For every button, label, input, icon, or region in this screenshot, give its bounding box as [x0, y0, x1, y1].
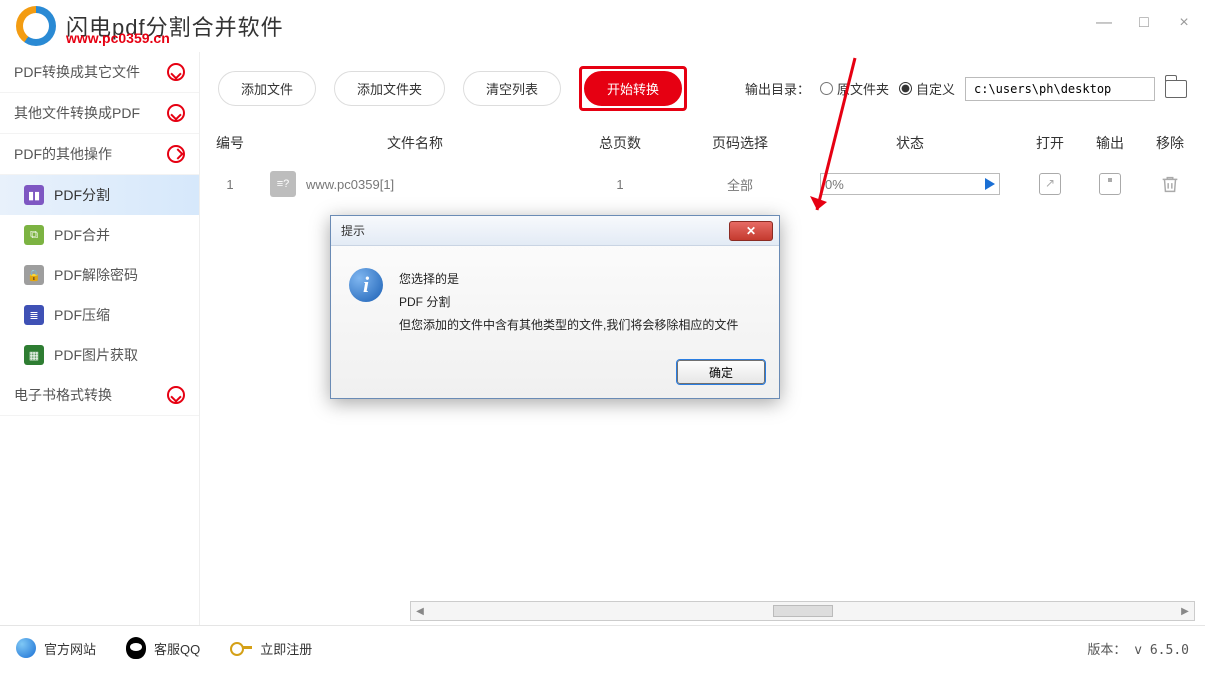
cell-status: 0%: [800, 173, 1020, 195]
info-icon: i: [349, 268, 383, 302]
version-text: 版本： v 6.5.0: [1087, 639, 1189, 658]
sidebar-item-pdf-image-extract[interactable]: ▦ PDF图片获取: [0, 335, 199, 375]
col-pages: 总页数: [560, 133, 680, 153]
compress-icon: ≣: [24, 305, 44, 325]
official-site-link[interactable]: 官方网站: [16, 638, 96, 658]
col-range: 页码选择: [680, 133, 800, 153]
output-group: 输出目录： 原文件夹 自定义: [745, 77, 1187, 101]
radio-custom-folder[interactable]: 自定义: [899, 79, 955, 98]
file-name-text: www.pc0359[1]: [306, 177, 394, 192]
dialog-footer: 确定: [331, 350, 779, 398]
collapse-icon: [167, 145, 185, 163]
sidebar-cat-other-to-pdf[interactable]: 其他文件转换成PDF: [0, 93, 199, 134]
col-status: 状态: [800, 133, 1020, 153]
table-row: 1 ≡? www.pc0359[1] 1 全部 0%: [200, 161, 1205, 207]
sidebar-cat-label: PDF转换成其它文件: [14, 62, 140, 82]
window-controls: — □ ×: [1093, 12, 1195, 34]
lock-icon: 🔒: [24, 265, 44, 285]
dialog-line2: PDF 分割: [399, 291, 738, 314]
qq-icon: [126, 637, 146, 659]
sidebar-cat-label: PDF的其他操作: [14, 144, 112, 164]
image-icon: ▦: [24, 345, 44, 365]
file-icon: ≡?: [270, 171, 296, 197]
dialog-ok-button[interactable]: 确定: [677, 360, 765, 384]
register-link[interactable]: 立即注册: [230, 639, 312, 658]
start-convert-button[interactable]: 开始转换: [584, 71, 682, 106]
add-folder-button[interactable]: 添加文件夹: [334, 71, 445, 106]
open-file-icon[interactable]: [1039, 173, 1061, 195]
close-button[interactable]: ×: [1173, 12, 1195, 34]
sidebar-cat-pdf-other-ops[interactable]: PDF的其他操作: [0, 134, 199, 175]
footer: 官方网站 客服QQ 立即注册 版本： v 6.5.0: [0, 625, 1205, 670]
col-open: 打开: [1020, 133, 1080, 153]
footer-qq-label: 客服QQ: [154, 639, 200, 658]
radio-source-folder[interactable]: 原文件夹: [820, 79, 889, 98]
dialog-close-button[interactable]: ✕: [729, 221, 773, 241]
cell-name: ≡? www.pc0359[1]: [260, 171, 560, 197]
scroll-left-icon[interactable]: ◀: [413, 604, 427, 618]
split-icon: ▮▮: [24, 185, 44, 205]
dialog-line3: 但您添加的文件中含有其他类型的文件,我们将会移除相应的文件: [399, 314, 738, 337]
progress-bar: 0%: [820, 173, 1000, 195]
sidebar-item-label: PDF解除密码: [54, 265, 138, 285]
scroll-right-icon[interactable]: ▶: [1178, 604, 1192, 618]
customer-qq-link[interactable]: 客服QQ: [126, 637, 200, 659]
footer-site-label: 官方网站: [44, 639, 96, 658]
sidebar-item-pdf-split[interactable]: ▮▮ PDF分割: [0, 175, 199, 215]
dialog-titlebar[interactable]: 提示 ✕: [331, 216, 779, 246]
sidebar-item-label: PDF合并: [54, 225, 110, 245]
sidebar-cat-label: 电子书格式转换: [14, 385, 112, 405]
output-label: 输出目录：: [745, 79, 810, 98]
sidebar-item-pdf-compress[interactable]: ≣ PDF压缩: [0, 295, 199, 335]
cell-num: 1: [200, 177, 260, 192]
sidebar-cat-label: 其他文件转换成PDF: [14, 103, 140, 123]
browse-folder-icon[interactable]: [1165, 80, 1187, 98]
app-logo-icon: [16, 6, 56, 46]
expand-icon: [167, 104, 185, 122]
col-del: 移除: [1140, 133, 1200, 153]
title-bar: 闪电pdf分割合并软件 www.pc0359.cn — □ ×: [0, 0, 1205, 52]
alert-dialog: 提示 ✕ i 您选择的是 PDF 分割 但您添加的文件中含有其他类型的文件,我们…: [330, 215, 780, 399]
dialog-line1: 您选择的是: [399, 268, 738, 291]
scroll-thumb[interactable]: [773, 605, 833, 617]
progress-text: 0%: [825, 177, 844, 192]
col-name: 文件名称: [260, 133, 560, 153]
dialog-body: i 您选择的是 PDF 分割 但您添加的文件中含有其他类型的文件,我们将会移除相…: [331, 246, 779, 350]
sidebar-item-label: PDF压缩: [54, 305, 110, 325]
cell-pages: 1: [560, 177, 680, 192]
delete-icon[interactable]: [1159, 173, 1181, 195]
add-file-button[interactable]: 添加文件: [218, 71, 316, 106]
footer-register-label: 立即注册: [260, 639, 312, 658]
output-path-input[interactable]: [965, 77, 1155, 101]
watermark-text: www.pc0359.cn: [66, 30, 170, 46]
sidebar-item-pdf-unlock[interactable]: 🔒 PDF解除密码: [0, 255, 199, 295]
clear-list-button[interactable]: 清空列表: [463, 71, 561, 106]
dialog-message: 您选择的是 PDF 分割 但您添加的文件中含有其他类型的文件,我们将会移除相应的…: [399, 268, 738, 336]
col-num: 编号: [200, 133, 260, 153]
cell-range[interactable]: 全部: [680, 175, 800, 194]
expand-icon: [167, 386, 185, 404]
merge-icon: ⧉: [24, 225, 44, 245]
toolbar: 添加文件 添加文件夹 清空列表 开始转换 输出目录： 原文件夹 自定义: [200, 52, 1205, 125]
output-file-icon[interactable]: [1099, 173, 1121, 195]
maximize-button[interactable]: □: [1133, 12, 1155, 34]
minimize-button[interactable]: —: [1093, 12, 1115, 34]
sidebar-item-label: PDF图片获取: [54, 345, 138, 365]
h-scrollbar[interactable]: ◀ ▶: [410, 601, 1195, 621]
key-icon: [230, 642, 252, 654]
play-icon[interactable]: [985, 178, 995, 190]
expand-icon: [167, 63, 185, 81]
sidebar-item-pdf-merge[interactable]: ⧉ PDF合并: [0, 215, 199, 255]
sidebar-item-label: PDF分割: [54, 185, 110, 205]
dialog-title-text: 提示: [341, 222, 365, 239]
start-highlight-box: 开始转换: [579, 66, 687, 111]
sidebar-cat-pdf-to-other[interactable]: PDF转换成其它文件: [0, 52, 199, 93]
sidebar: PDF转换成其它文件 其他文件转换成PDF PDF的其他操作 ▮▮ PDF分割 …: [0, 52, 200, 625]
col-out: 输出: [1080, 133, 1140, 153]
sidebar-cat-ebook[interactable]: 电子书格式转换: [0, 375, 199, 416]
globe-icon: [16, 638, 36, 658]
table-header: 编号 文件名称 总页数 页码选择 状态 打开 输出 移除: [200, 125, 1205, 161]
